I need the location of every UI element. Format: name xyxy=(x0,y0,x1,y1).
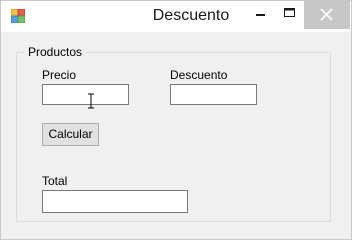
maximize-icon xyxy=(284,8,295,17)
descuento-input[interactable] xyxy=(170,84,257,105)
groupbox-title: Productos xyxy=(25,45,86,59)
title-bar[interactable]: Descuento xyxy=(1,1,351,32)
close-button[interactable] xyxy=(304,1,350,29)
total-label: Total xyxy=(42,174,68,188)
client-area: Productos Precio Descuento Calcular Tota… xyxy=(1,32,351,239)
calcular-button[interactable]: Calcular xyxy=(42,123,99,146)
precio-label: Precio xyxy=(42,68,77,82)
close-icon xyxy=(320,8,333,21)
text-cursor-icon xyxy=(87,93,95,109)
total-input[interactable] xyxy=(42,190,188,213)
precio-input[interactable] xyxy=(42,84,129,105)
maximize-button[interactable] xyxy=(271,1,305,29)
app-window: Descuento Productos Precio Descuento Cal… xyxy=(0,0,352,240)
descuento-label: Descuento xyxy=(170,68,228,82)
